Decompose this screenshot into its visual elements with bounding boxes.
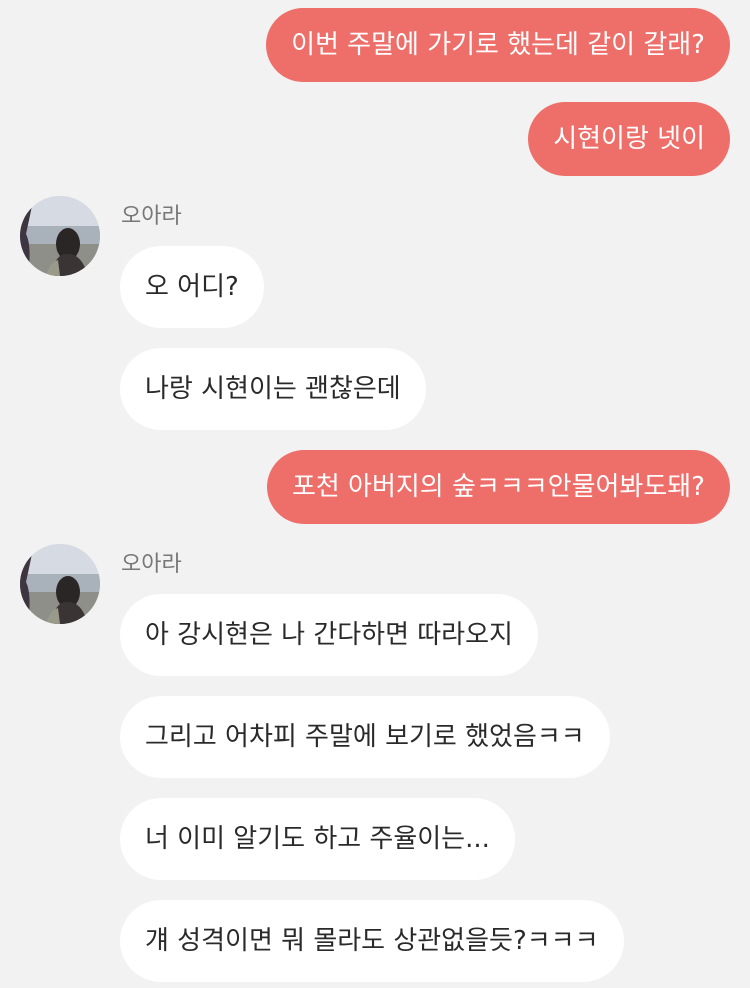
avatar-photo-icon xyxy=(20,196,100,276)
outgoing-message-bubble[interactable]: 이번 주말에 가기로 했는데 같이 갈래? xyxy=(266,8,730,82)
incoming-message-bubble[interactable]: 아 강시현은 나 간다하면 따라오지 xyxy=(120,594,538,676)
incoming-message-bubble[interactable]: 너 이미 알기도 하고 주율이는... xyxy=(120,798,515,880)
incoming-message-bubble[interactable]: 나랑 시현이는 괜찮은데 xyxy=(120,348,426,430)
chat-message-list[interactable]: 이번 주말에 가기로 했는데 같이 갈래? 시현이랑 넷이 오아라 오 어디? … xyxy=(0,0,750,988)
message-text: 오 어디? xyxy=(145,272,239,302)
message-text: 시현이랑 넷이 xyxy=(553,124,705,154)
incoming-message-bubble[interactable]: 그리고 어차피 주말에 보기로 했었음ㅋㅋ xyxy=(120,696,610,778)
sender-name: 오아라 xyxy=(121,552,182,577)
avatar-photo-icon xyxy=(20,544,100,624)
sender-avatar[interactable] xyxy=(20,544,100,624)
message-text: 그리고 어차피 주말에 보기로 했었음ㅋㅋ xyxy=(145,722,585,752)
sender-name: 오아라 xyxy=(121,204,182,229)
sender-avatar[interactable] xyxy=(20,196,100,276)
message-text: 걔 성격이면 뭐 몰라도 상관없을듯?ㅋㅋㅋ xyxy=(145,926,599,956)
outgoing-message-bubble[interactable]: 포천 아버지의 숲ㅋㅋㅋ안물어봐도돼? xyxy=(266,450,730,524)
incoming-message-bubble[interactable]: 오 어디? xyxy=(120,246,264,328)
message-text: 이번 주말에 가기로 했는데 같이 갈래? xyxy=(291,30,705,60)
outgoing-message-bubble[interactable]: 시현이랑 넷이 xyxy=(528,102,730,176)
message-text: 너 이미 알기도 하고 주율이는... xyxy=(145,824,490,854)
incoming-message-bubble[interactable]: 걔 성격이면 뭐 몰라도 상관없을듯?ㅋㅋㅋ xyxy=(120,900,624,982)
message-text: 아 강시현은 나 간다하면 따라오지 xyxy=(145,620,513,650)
message-text: 나랑 시현이는 괜찮은데 xyxy=(145,374,401,404)
message-text: 포천 아버지의 숲ㅋㅋㅋ안물어봐도돼? xyxy=(291,472,705,502)
